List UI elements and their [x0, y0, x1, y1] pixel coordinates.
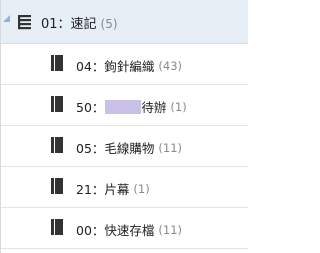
notebook-row[interactable]: 05：毛線購物 (11): [1, 126, 248, 167]
notebook-stack-label: 01：速記 (5): [41, 13, 118, 32]
notebook-stack-icon: [18, 14, 32, 30]
notebook-count: (43): [158, 58, 183, 73]
notebook-name: 00：快速存檔: [76, 223, 155, 238]
notebook-icon: [51, 96, 63, 112]
notebook-name-suffix: 待辦: [141, 100, 167, 115]
notebook-label: 04：鉤針編織 (43): [76, 56, 182, 75]
notebook-row[interactable]: 00：快速存檔 (11): [1, 208, 248, 249]
notebook-row[interactable]: 50： 待辦 (1): [1, 85, 248, 126]
notebook-label: 50： 待辦 (1): [76, 97, 187, 116]
notebook-count: (1): [133, 181, 150, 196]
notebook-list-panel: 01：速記 (5) 04：鉤針編織 (43) 50： 待辦 (1) 05：毛線購物 (11…: [0, 0, 248, 253]
notebook-count: (1): [170, 99, 187, 114]
notebook-name: 05：毛線購物: [76, 141, 155, 156]
collapse-triangle-icon[interactable]: [3, 15, 10, 22]
notebook-label: 21：片幕 (1): [76, 179, 150, 198]
notebook-icon: [51, 178, 63, 194]
notebook-icon: [51, 137, 63, 153]
notebook-name: 21：片幕: [76, 182, 130, 197]
notebook-stack-header[interactable]: 01：速記 (5): [1, 0, 248, 44]
redaction-block: [105, 99, 142, 114]
notebook-stack-name: 01：速記: [41, 17, 97, 32]
notebook-icon: [51, 219, 63, 235]
notebook-row[interactable]: 04：鉤針編織 (43): [1, 44, 248, 85]
notebook-stack-count: (5): [100, 17, 118, 31]
notebook-name: 04：鉤針編織: [76, 59, 155, 74]
notebook-count: (11): [158, 140, 183, 155]
notebook-count: (11): [158, 222, 183, 237]
notebook-icon: [51, 55, 63, 71]
notebook-label: 05：毛線購物 (11): [76, 138, 182, 157]
notebook-label: 00：快速存檔 (11): [76, 220, 182, 239]
notebook-row[interactable]: 21：片幕 (1): [1, 167, 248, 208]
notebook-name-prefix: 50：: [76, 100, 105, 115]
